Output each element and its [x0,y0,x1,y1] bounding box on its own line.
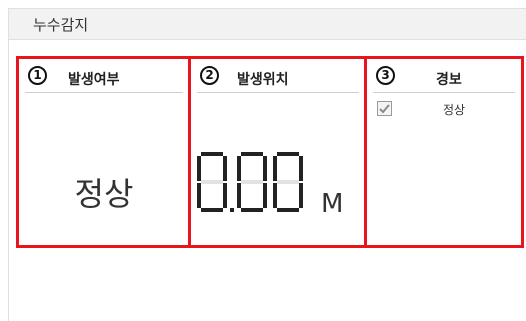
digit-1-segment-d [241,208,263,212]
occurrence-panel: 1 발생여부 정상 [16,56,192,248]
digit-0-segment-a [201,152,223,156]
digit-2-segment-b [299,156,303,181]
digit-0-segment-f [197,156,201,181]
digit-2-segment-c [299,183,303,208]
panel-title: 경보 [436,72,462,88]
alarm-status-label: 정상 [443,103,466,117]
window-title: 누수감지 [33,16,89,34]
location-panel: 2 발생위치 M [188,56,368,248]
panel-header: 1 발생여부 [25,63,183,93]
panel-header: 3 경보 [373,63,515,93]
digit-0-segment-b [223,156,227,181]
title-bar: 누수감지 [8,8,526,40]
digit-2-segment-g [277,180,299,184]
digit-1-segment-f [237,156,241,181]
digit-1-segment-b [263,156,267,181]
digit-2-segment-d [277,208,299,212]
location-seven-segment-display [197,152,303,212]
location-unit: M [321,189,344,219]
digit-1-segment-c [263,183,267,208]
alarm-panel: 3 경보 정상 [364,56,524,248]
alarm-checkbox[interactable] [377,101,392,116]
digit-0-segment-d [201,208,223,212]
digit-2-segment-e [273,183,277,208]
panel-header: 2 발생위치 [197,63,359,93]
digit-1-segment-a [241,152,263,156]
digit-2-segment-f [273,156,277,181]
digit-0-segment-g [201,180,223,184]
check-icon [379,104,390,114]
leak-detection-window: 누수감지 1 발생여부 정상 2 발생위치 M 3 경보 정상 [0,0,526,321]
digit-0-segment-c [223,183,227,208]
panel-number-badge: 2 [200,66,219,85]
panel-title: 발생여부 [68,72,120,88]
panel-number-badge: 1 [28,66,47,85]
decimal-point [230,208,234,212]
digit-1-segment-g [241,180,263,184]
panel-number-badge: 3 [376,66,395,85]
panel-title: 발생위치 [237,72,289,88]
occurrence-status-value: 정상 [74,175,134,213]
digit-0-segment-e [197,183,201,208]
digit-1-segment-e [237,183,241,208]
digit-2-segment-a [277,152,299,156]
